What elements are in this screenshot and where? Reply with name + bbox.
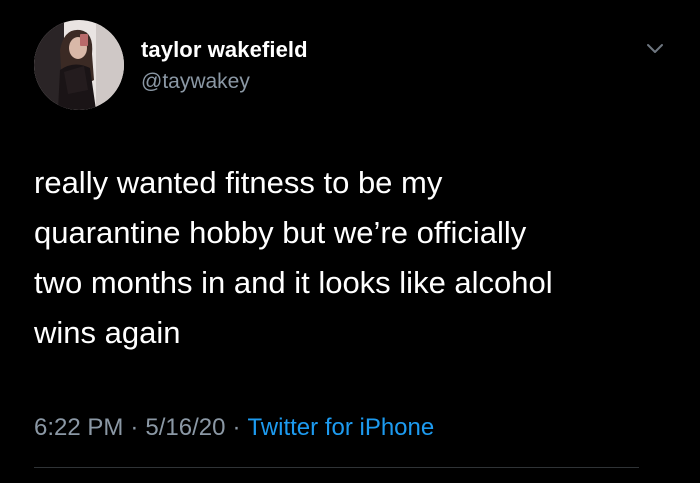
tweet-date[interactable]: 5/16/20: [145, 414, 225, 441]
tweet-text: really wanted fitness to be my quarantin…: [34, 165, 553, 350]
display-name[interactable]: taylor wakefield: [141, 36, 308, 64]
tweet-card: taylor wakefield @taywakey really wanted…: [0, 0, 700, 483]
tweet-time[interactable]: 6:22 PM: [34, 414, 123, 441]
tweet-source-link[interactable]: Twitter for iPhone: [247, 414, 434, 441]
divider: [34, 467, 639, 468]
avatar-photo: [34, 20, 124, 110]
chevron-down-icon[interactable]: [642, 36, 668, 62]
tweet-meta: 6:22 PM · 5/16/20 · Twitter for iPhone: [34, 410, 434, 446]
meta-separator: ·: [232, 414, 241, 441]
meta-separator: ·: [130, 414, 139, 441]
user-handle[interactable]: @taywakey: [141, 68, 308, 96]
user-info[interactable]: taylor wakefield @taywakey: [141, 36, 308, 96]
avatar[interactable]: [34, 20, 124, 110]
